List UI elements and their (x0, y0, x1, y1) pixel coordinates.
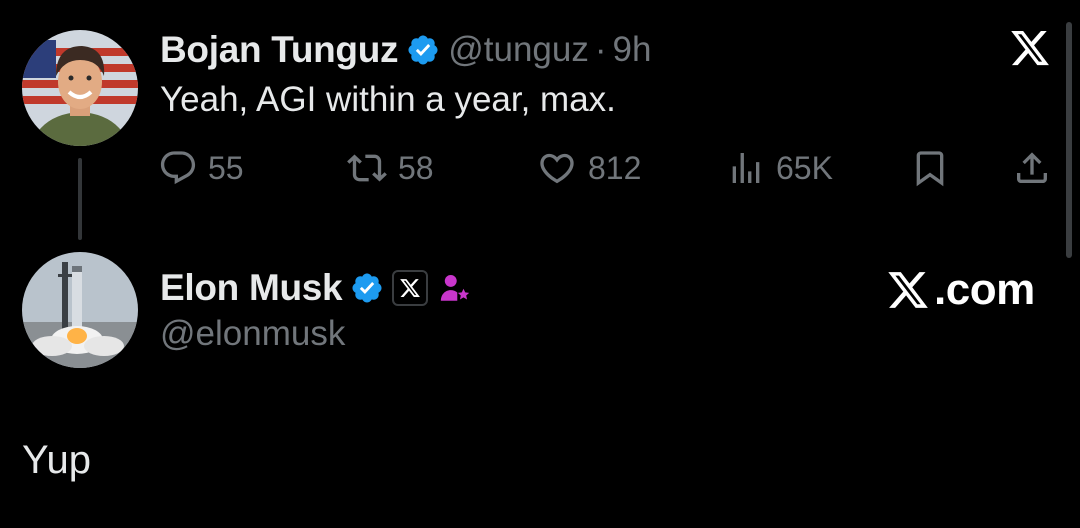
avatar-illustration (22, 30, 138, 146)
verified-badge-icon (350, 271, 384, 305)
timestamp[interactable]: 9h (613, 30, 652, 70)
avatar-elon-musk[interactable] (22, 252, 138, 368)
bookmark-button[interactable] (910, 140, 950, 196)
share-icon (1017, 152, 1047, 183)
author-name[interactable]: Elon Musk (160, 267, 343, 309)
views-button[interactable]: 65K (726, 140, 833, 196)
author-handle[interactable]: @tunguz (448, 30, 589, 70)
close-x-icon[interactable] (1008, 24, 1060, 72)
reply-header: Elon Musk (160, 262, 472, 314)
avatar-bojan-tunguz[interactable] (22, 30, 138, 146)
reply-icon (160, 151, 196, 185)
like-icon (540, 153, 574, 184)
x-logo-icon (884, 268, 932, 312)
bookmark-icon (916, 151, 944, 187)
reply-author-handle[interactable]: @elonmusk (160, 314, 345, 354)
tweet-body-text: Yeah, AGI within a year, max. (160, 80, 616, 119)
like-button[interactable]: 812 (536, 140, 641, 196)
verified-badge-icon (406, 33, 440, 67)
avatar-illustration (22, 252, 138, 368)
views-count: 65K (776, 149, 833, 186)
x-com-watermark: .com (884, 262, 1035, 318)
tweet-action-bar: 55 58 812 65K (158, 140, 1058, 196)
x-logo-badge-icon[interactable] (392, 270, 429, 306)
thread-connector-line (78, 158, 82, 240)
share-button[interactable] (1012, 140, 1052, 196)
x-com-label: .com (934, 265, 1035, 314)
separator-dot: · (594, 30, 607, 69)
like-count: 812 (588, 149, 642, 186)
author-name[interactable]: Bojan Tunguz (160, 29, 399, 71)
affiliate-person-icon[interactable] (438, 271, 472, 305)
tweet-header: Bojan Tunguz @tunguz · 9h (160, 24, 651, 76)
scrollbar[interactable] (1066, 22, 1072, 258)
repost-icon (347, 154, 387, 182)
views-icon (732, 153, 760, 183)
repost-button[interactable]: 58 (346, 140, 434, 196)
reply-button[interactable]: 55 (158, 140, 244, 196)
reply-body-text: Yup (22, 438, 91, 482)
reply-count: 55 (208, 149, 244, 186)
repost-count: 58 (398, 149, 434, 186)
